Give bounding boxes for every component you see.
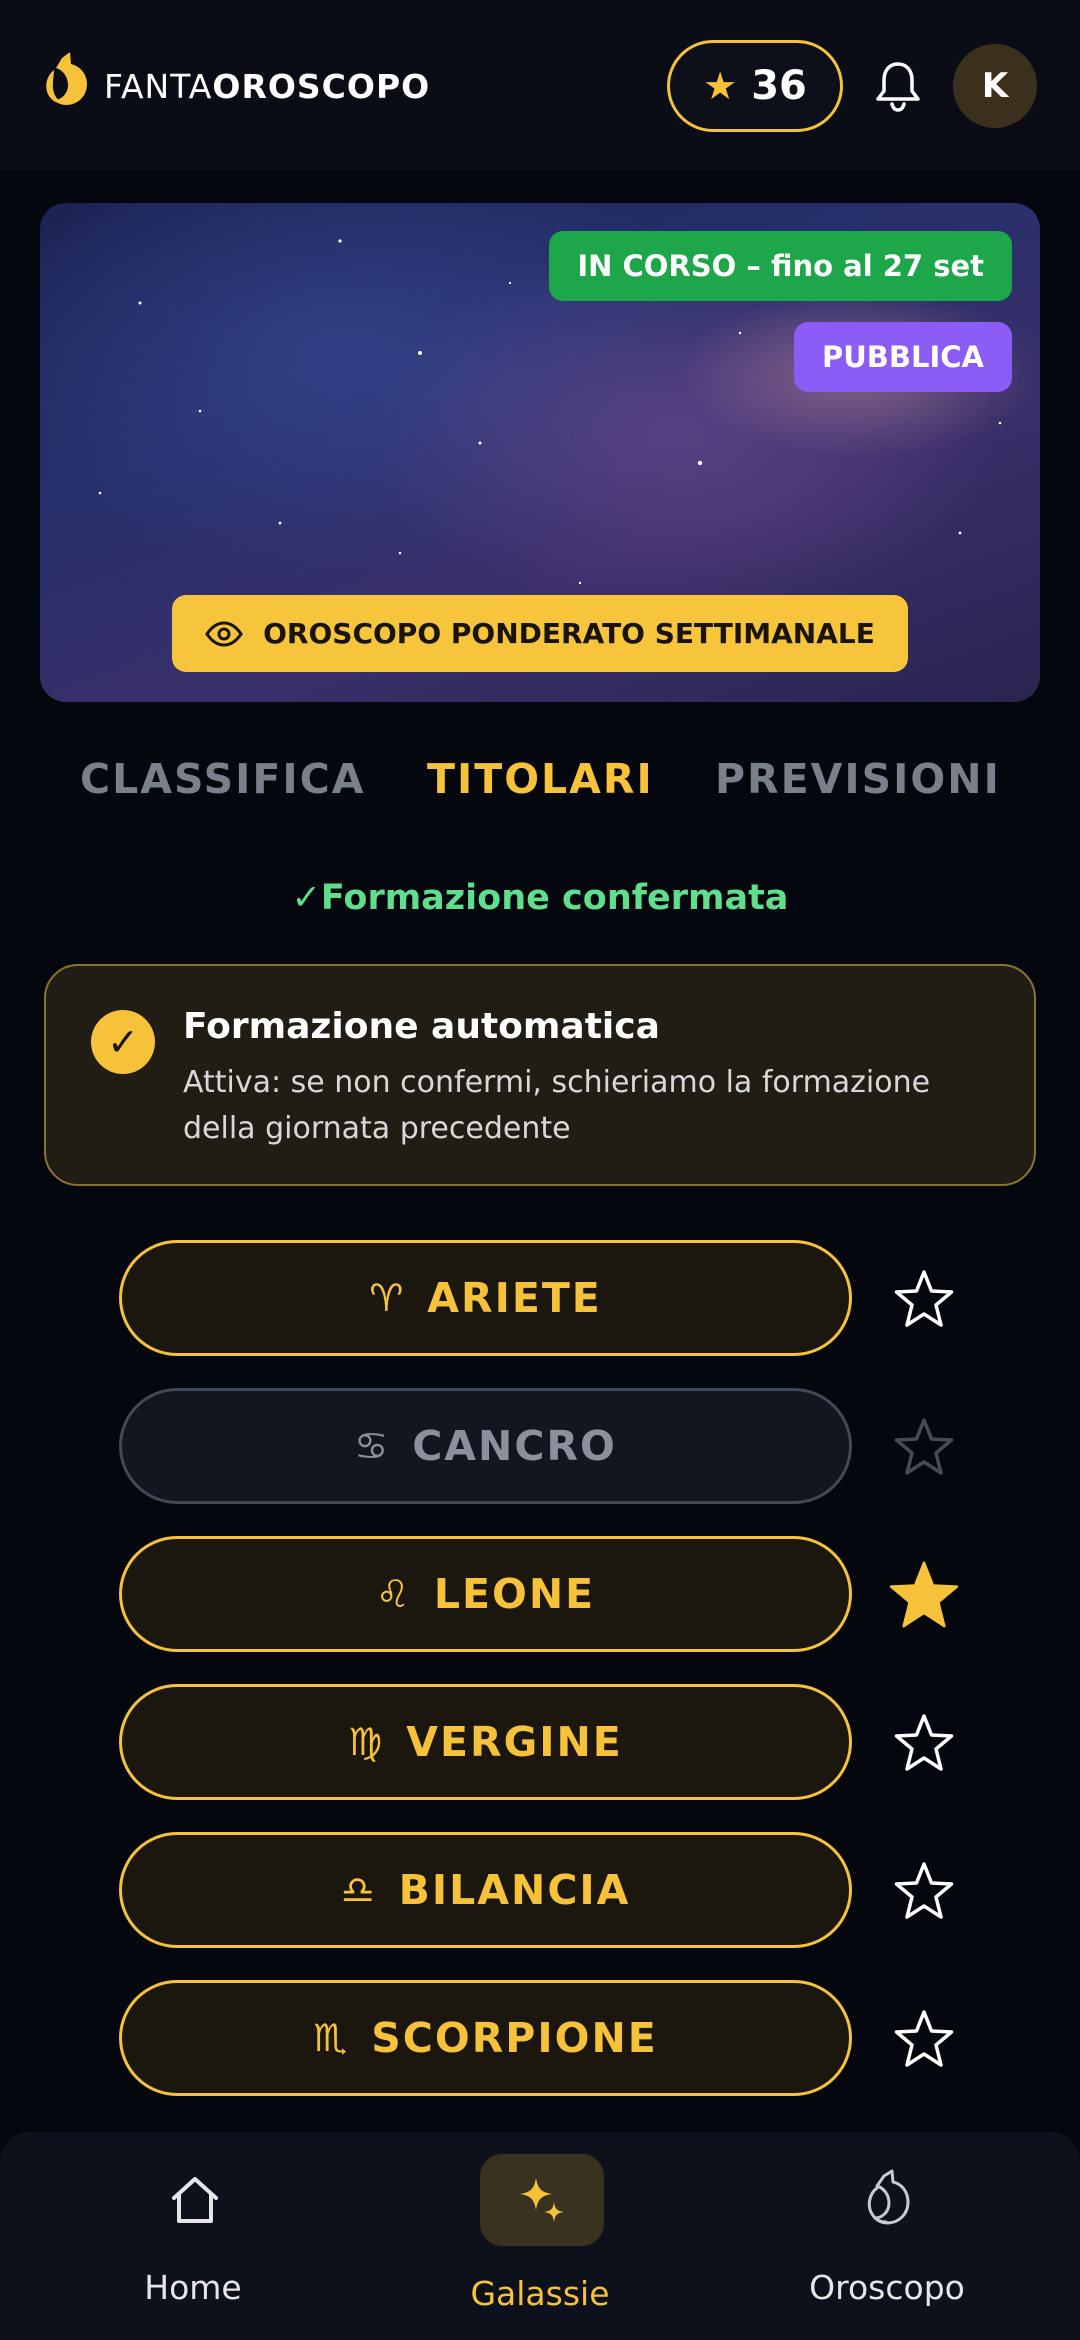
- aries-icon: ♈: [369, 1276, 406, 1320]
- sign-row-cancro: ♋ CANCRO: [0, 1388, 1080, 1504]
- eye-icon: [205, 620, 243, 647]
- sign-button-bilancia[interactable]: ♎ BILANCIA: [119, 1832, 852, 1948]
- star-outline-icon: [884, 1412, 964, 1482]
- star-outline-icon[interactable]: [884, 1856, 964, 1926]
- auto-lineup-card[interactable]: ✓ Formazione automatica Attiva: se non c…: [44, 964, 1036, 1186]
- logo-text-light: FANTA: [104, 66, 213, 106]
- sign-row-leone: ♌ LEONE: [0, 1536, 1080, 1652]
- moon-cat-icon: [867, 2169, 910, 2225]
- bell-icon[interactable]: [872, 58, 924, 114]
- points-badge[interactable]: ★ 36: [667, 40, 843, 132]
- nav-home-icon-wrap: [133, 2154, 257, 2246]
- star-filled-icon[interactable]: [884, 1560, 964, 1630]
- avatar[interactable]: K: [953, 44, 1037, 128]
- weekly-horoscope-button[interactable]: OROSCOPO PONDERATO SETTIMANALE: [172, 595, 908, 672]
- sign-button-ariete[interactable]: ♈ ARIETE: [119, 1240, 852, 1356]
- app-logo[interactable]: FANTAOROSCOPO: [40, 50, 430, 122]
- sign-label: BILANCIA: [398, 1866, 631, 1914]
- auto-lineup-title: Formazione automatica: [183, 1006, 660, 1047]
- sign-row-ariete: ♈ ARIETE: [0, 1240, 1080, 1356]
- cancer-icon: ♋: [354, 1424, 391, 1468]
- points-count: 36: [751, 63, 807, 109]
- auto-lineup-description: Attiva: se non confermi, schieriamo la f…: [183, 1065, 931, 1146]
- sign-button-cancro[interactable]: ♋ CANCRO: [119, 1388, 852, 1504]
- scorpio-icon: ♏: [313, 2016, 350, 2060]
- sign-label: SCORPIONE: [371, 2014, 658, 2062]
- nav-oroscopo-icon-wrap: [827, 2154, 951, 2246]
- nav-oroscopo-label: Oroscopo: [809, 2268, 965, 2307]
- star-outline-icon[interactable]: [884, 1264, 964, 1334]
- nav-galassie-icon-wrap: [480, 2154, 604, 2246]
- sign-button-scorpione[interactable]: ♏ SCORPIONE: [119, 1980, 852, 2096]
- avatar-initial: K: [981, 66, 1009, 106]
- home-icon: [172, 2177, 218, 2223]
- check-icon: ✓: [91, 1010, 155, 1074]
- nav-home-label: Home: [144, 2268, 242, 2307]
- sign-button-leone[interactable]: ♌ LEONE: [119, 1536, 852, 1652]
- logo-text: FANTAOROSCOPO: [104, 67, 430, 106]
- nav-galassie-label: Galassie: [470, 2274, 610, 2313]
- logo-text-bold: OROSCOPO: [212, 66, 431, 106]
- weekly-horoscope-label: OROSCOPO PONDERATO SETTIMANALE: [263, 617, 875, 650]
- visibility-badge: PUBBLICA: [793, 322, 1012, 392]
- league-banner[interactable]: IN CORSO – fino al 27 set PUBBLICA OROSC…: [40, 203, 1040, 702]
- libra-icon: ♎: [340, 1868, 377, 1912]
- lineup-confirmed-text: ✓Formazione confermata: [291, 878, 789, 918]
- virgo-icon: ♍: [348, 1720, 385, 1764]
- tab-previsioni[interactable]: PREVISIONI: [715, 755, 1001, 803]
- star-outline-icon[interactable]: [884, 1708, 964, 1778]
- app-header: FANTAOROSCOPO ★ 36 K: [0, 0, 1080, 170]
- sign-label: VERGINE: [406, 1718, 623, 1766]
- sign-row-vergine: ♍ VERGINE: [0, 1684, 1080, 1800]
- leo-icon: ♌: [375, 1572, 412, 1616]
- tab-bar: CLASSIFICA TITOLARI PREVISIONI: [0, 755, 1080, 825]
- sign-button-vergine[interactable]: ♍ VERGINE: [119, 1684, 852, 1800]
- sign-row-bilancia: ♎ BILANCIA: [0, 1832, 1080, 1948]
- tab-titolari[interactable]: TITOLARI: [427, 755, 654, 803]
- sparkles-icon: [520, 2178, 564, 2222]
- sign-row-scorpione: ♏ SCORPIONE: [0, 1980, 1080, 2096]
- status-badge: IN CORSO – fino al 27 set: [549, 231, 1012, 301]
- bottom-navigation: Home Galassie Oroscopo: [0, 2132, 1080, 2340]
- sign-label: ARIETE: [427, 1274, 602, 1322]
- star-outline-icon[interactable]: [884, 2004, 964, 2074]
- sign-label: LEONE: [433, 1570, 596, 1618]
- logo-moon-icon: [46, 52, 87, 105]
- tab-classifica[interactable]: CLASSIFICA: [80, 755, 366, 803]
- star-icon: ★: [703, 64, 738, 108]
- sign-label: CANCRO: [412, 1422, 617, 1470]
